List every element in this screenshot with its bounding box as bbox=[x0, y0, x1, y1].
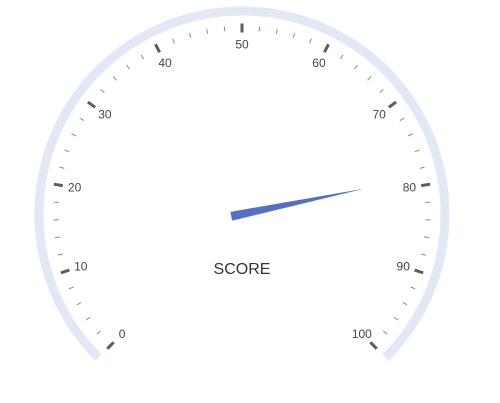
minor-tick bbox=[76, 301, 82, 306]
minor-tick bbox=[423, 236, 430, 239]
gauge-chart: 0 10 20 30 40 50 60 70 80 90 100 SCORE bbox=[0, 0, 500, 403]
minor-tick bbox=[420, 253, 427, 256]
major-ticks-group bbox=[53, 23, 431, 350]
minor-tick bbox=[188, 32, 192, 38]
minor-tick bbox=[206, 28, 209, 34]
minor-tick bbox=[379, 88, 384, 94]
major-tick bbox=[53, 182, 63, 188]
minor-tick bbox=[419, 166, 425, 169]
major-tick bbox=[414, 268, 424, 275]
major-tick bbox=[421, 182, 431, 188]
minor-tick bbox=[85, 316, 91, 321]
minor-tick bbox=[383, 330, 388, 335]
minor-tick bbox=[354, 64, 358, 70]
tick-label: 50 bbox=[235, 38, 249, 52]
tick-label: 60 bbox=[312, 56, 326, 70]
major-tick bbox=[106, 341, 115, 350]
minor-tick bbox=[112, 76, 117, 81]
tick-label: 0 bbox=[119, 327, 126, 341]
tick-label: 90 bbox=[397, 259, 411, 273]
minor-tick bbox=[68, 286, 74, 290]
minor-tick bbox=[57, 253, 64, 256]
minor-tick bbox=[367, 76, 372, 81]
minor-tick bbox=[140, 54, 145, 60]
gauge-axis-arc bbox=[34, 6, 450, 361]
tick-labels-group: 0 10 20 30 40 50 60 70 80 90 100 bbox=[68, 38, 417, 341]
tick-label: 40 bbox=[158, 56, 172, 70]
minor-tick bbox=[172, 38, 175, 44]
minor-tick bbox=[292, 32, 296, 38]
minor-tick bbox=[54, 236, 61, 239]
major-tick bbox=[369, 341, 378, 350]
major-tick bbox=[154, 43, 161, 53]
minor-tick bbox=[71, 133, 77, 137]
minor-tick bbox=[59, 166, 65, 169]
minor-tick bbox=[402, 301, 408, 306]
major-tick bbox=[60, 268, 70, 275]
minor-tick bbox=[100, 88, 105, 94]
tick-label: 100 bbox=[352, 327, 372, 341]
minor-tick bbox=[96, 330, 101, 335]
gauge-title: SCORE bbox=[214, 261, 271, 278]
minor-tick bbox=[79, 117, 85, 122]
minor-tick bbox=[407, 133, 413, 137]
tick-label: 10 bbox=[74, 259, 88, 273]
minor-tick bbox=[64, 149, 70, 153]
major-tick bbox=[387, 100, 397, 109]
minor-tick bbox=[393, 316, 399, 321]
minor-tick bbox=[399, 117, 405, 122]
gauge-pointer bbox=[230, 188, 365, 221]
minor-tick bbox=[126, 64, 130, 70]
tick-label: 20 bbox=[68, 180, 82, 194]
minor-tick bbox=[410, 286, 416, 290]
tick-label: 30 bbox=[98, 107, 112, 121]
minor-tick bbox=[309, 38, 312, 44]
major-tick bbox=[323, 43, 330, 53]
tick-label: 80 bbox=[403, 180, 417, 194]
gauge-svg: 0 10 20 30 40 50 60 70 80 90 100 SCORE bbox=[34, 6, 450, 361]
minor-ticks-group bbox=[53, 26, 431, 335]
minor-tick bbox=[339, 54, 344, 60]
major-tick bbox=[87, 100, 97, 109]
minor-tick bbox=[414, 149, 420, 153]
minor-tick bbox=[275, 28, 278, 34]
tick-label: 70 bbox=[372, 107, 386, 121]
